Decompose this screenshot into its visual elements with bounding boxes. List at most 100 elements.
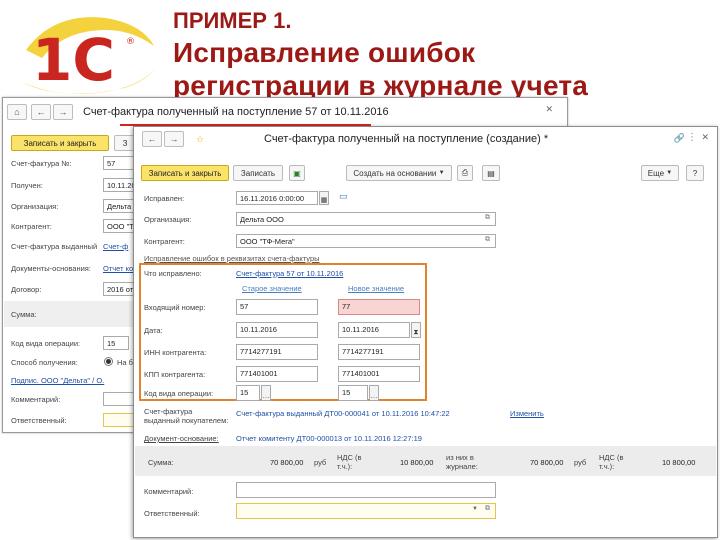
forward-button[interactable]: →: [53, 104, 73, 120]
contractor-field[interactable]: ООО "ТФ-Мега": [236, 234, 496, 248]
label-basis-docs: Документы-основания:: [11, 264, 91, 273]
responsible-field[interactable]: [103, 413, 137, 427]
invoice-issued-link[interactable]: Счет-ф: [103, 242, 128, 251]
report-icon[interactable]: ▤: [482, 165, 500, 181]
new-kpp[interactable]: 771401001: [338, 366, 420, 382]
close-icon[interactable]: ✕: [545, 104, 553, 115]
contractor-field[interactable]: ООО "Т: [103, 219, 137, 233]
more-vert-icon[interactable]: ⋮: [687, 132, 697, 143]
sum-value-1: 70 800,00: [270, 458, 304, 467]
calendar-button[interactable]: ⧗: [411, 322, 421, 338]
old-op-code[interactable]: 15: [236, 385, 260, 401]
arrow-right-icon: →: [58, 107, 68, 117]
print-icon[interactable]: ⎙: [457, 165, 473, 181]
old-incoming-number[interactable]: 57: [236, 299, 318, 315]
post-icon[interactable]: ▣: [289, 165, 305, 181]
label-sum: Сумма:: [148, 458, 174, 467]
label-responsible: Ответственный:: [11, 416, 67, 425]
organization-field[interactable]: Дельта ООО: [236, 212, 496, 226]
forward-button[interactable]: →: [164, 131, 184, 147]
dropdown-icon: ▼: [438, 170, 445, 176]
fixed-date-field[interactable]: 16.11.2016 0:00:00: [236, 191, 318, 205]
save-close-button[interactable]: Записать и закрыть: [11, 135, 109, 151]
signature-link[interactable]: Подпис. ООО "Дельта" / О.: [11, 376, 104, 385]
label-contractor: Контрагент:: [144, 237, 185, 246]
vat-value-2: 10 800,00: [662, 458, 696, 467]
label-basis-doc: Документ-основание:: [144, 434, 219, 443]
open-icon[interactable]: ⧉: [485, 236, 490, 244]
receive-method-radio[interactable]: [104, 357, 113, 366]
basis-docs-link[interactable]: Отчет ко: [103, 264, 133, 273]
open-icon[interactable]: ⧉: [485, 505, 490, 513]
label-organization: Организация:: [11, 202, 59, 211]
basis-doc-link[interactable]: Отчет комитенту ДТ00-000013 от 10.11.201…: [236, 434, 422, 443]
arrow-left-icon: ←: [36, 107, 46, 117]
sum-value-2: 70 800,00: [530, 458, 564, 467]
arrow-right-icon: →: [169, 134, 179, 144]
contract-field[interactable]: 2016 от: [103, 282, 137, 296]
responsible-field[interactable]: [236, 503, 496, 519]
arrow-left-icon: ←: [147, 134, 157, 144]
new-op-code[interactable]: 15: [338, 385, 368, 401]
title-line-2: Исправление ошибок: [173, 37, 476, 68]
favorite-icon[interactable]: ☆: [190, 131, 210, 147]
organization-field[interactable]: Дельта: [103, 199, 137, 213]
what-fixed-link[interactable]: Счет-фактура 57 от 10.11.2016: [236, 269, 343, 278]
document-icon[interactable]: ▭: [339, 191, 348, 202]
op-code-field[interactable]: 15: [103, 336, 129, 350]
issued-invoice-value: Счет-фактура выданный ДТ00-000041 от 10.…: [236, 409, 450, 418]
help-button[interactable]: ?: [686, 165, 704, 181]
create-based-button[interactable]: Создать на основании ▼: [346, 165, 452, 181]
save-close-button[interactable]: Записать и закрыть: [141, 165, 229, 181]
label-op-code: Код вида операции:: [144, 389, 214, 398]
section-hint: Исправление ошибок в реквизитах счета-фа…: [144, 254, 320, 263]
invoice-window-front: ← → ☆ Счет-фактура полученный на поступл…: [133, 126, 718, 538]
home-button[interactable]: ⌂: [7, 104, 27, 120]
vat-label-2: НДС (в т.ч.):: [599, 453, 624, 471]
label-fixed: Исправлен:: [144, 194, 185, 203]
slide-title: ПРИМЕР 1. Исправление ошибок регистрации…: [173, 10, 713, 102]
calendar-button[interactable]: ▦: [319, 191, 329, 205]
select-button[interactable]: …: [261, 385, 271, 401]
logo-text: 1С: [32, 26, 115, 94]
select-button[interactable]: …: [369, 385, 379, 401]
label-contractor: Контрагент:: [11, 222, 52, 231]
old-inn[interactable]: 7714277191: [236, 344, 318, 360]
link-icon[interactable]: 🔗: [674, 133, 685, 144]
label-received: Получен:: [11, 181, 43, 190]
window-title: Счет-фактура полученный на поступление (…: [264, 133, 549, 145]
1c-logo: 1С ®: [22, 17, 156, 94]
label-issued-2: выданный покупателем:: [144, 416, 229, 425]
window-header: ← → ☆ Счет-фактура полученный на поступл…: [134, 127, 717, 151]
new-date[interactable]: 10.11.2016: [338, 322, 410, 338]
label-receive-method: Способ получения:: [11, 358, 78, 367]
label-date: Дата:: [144, 326, 163, 335]
new-inn[interactable]: 7714277191: [338, 344, 420, 360]
write-button[interactable]: Записать: [233, 165, 283, 181]
comment-field[interactable]: [103, 392, 137, 406]
more-button[interactable]: Еще ▼: [641, 165, 679, 181]
label-kpp: КПП контрагента:: [144, 370, 206, 379]
label-sum: Сумма:: [11, 310, 37, 319]
received-field[interactable]: 10.11.20: [103, 178, 137, 192]
label-op-code: Код вида операции:: [11, 339, 81, 348]
label-comment: Комментарий:: [144, 487, 194, 496]
change-link[interactable]: Изменить: [510, 409, 544, 418]
old-kpp[interactable]: 771401001: [236, 366, 318, 382]
open-icon[interactable]: ⧉: [485, 214, 490, 222]
back-button[interactable]: ←: [31, 104, 51, 120]
label-comment: Комментарий:: [11, 395, 61, 404]
close-icon[interactable]: ✕: [701, 132, 709, 143]
label-responsible: Ответственный:: [144, 509, 200, 518]
currency-2: руб: [574, 458, 587, 467]
currency-1: руб: [314, 458, 327, 467]
svg-text:®: ®: [126, 37, 135, 47]
label-incoming-number: Входящий номер:: [144, 303, 206, 312]
new-incoming-number[interactable]: 77: [338, 299, 420, 315]
label-invoice-issued: Счет-фактура выданный: [11, 242, 98, 251]
old-date[interactable]: 10.11.2016: [236, 322, 318, 338]
comment-field[interactable]: [236, 482, 496, 498]
back-button[interactable]: ←: [142, 131, 162, 147]
invoice-number-field[interactable]: 57: [103, 156, 137, 170]
dropdown-icon[interactable]: ▼: [472, 506, 478, 512]
